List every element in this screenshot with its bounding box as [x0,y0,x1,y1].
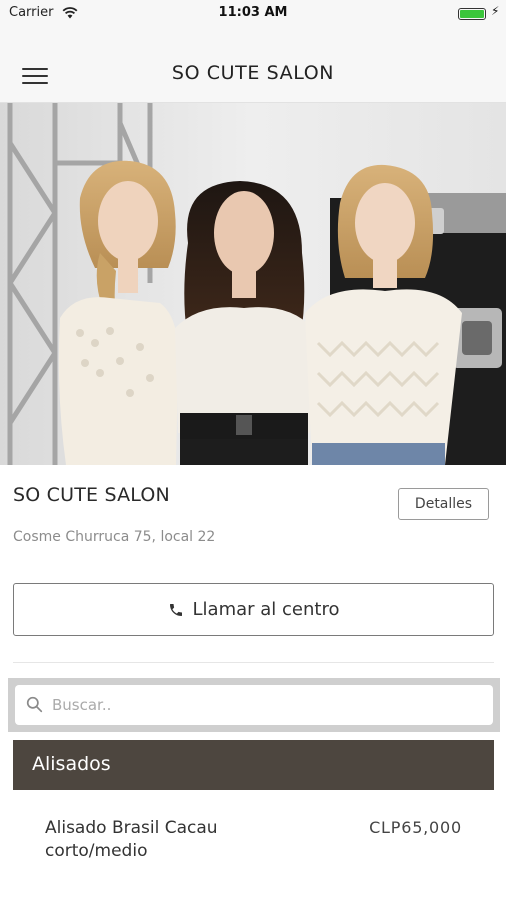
phone-icon [169,603,182,616]
charging-bolt-icon: ⚡ [491,4,500,18]
call-center-button[interactable]: Llamar al centro [13,583,494,636]
salon-name: SO CUTE SALON [13,484,170,506]
search-box[interactable] [15,685,493,725]
search-input[interactable] [52,685,482,725]
category-label: Alisados [32,753,111,775]
section-divider [13,662,494,663]
service-item[interactable]: Alisado Brasil Cacau corto/medio CLP65,0… [13,800,494,890]
salon-address: Cosme Churruca 75, local 22 [13,529,216,545]
search-bar [8,678,500,732]
app-header: SO CUTE SALON [0,26,506,103]
service-name: Alisado Brasil Cacau corto/medio [45,818,218,861]
category-header[interactable]: Alisados [13,740,494,790]
details-button[interactable]: Detalles [398,488,489,520]
status-time: 11:03 AM [218,5,288,20]
battery-icon [458,8,486,20]
status-bar: Carrier 11:03 AM ⚡ [0,0,506,26]
search-icon [26,696,43,713]
battery-level [460,10,484,18]
call-center-label: Llamar al centro [192,599,340,620]
service-price: CLP65,000 [369,818,462,837]
salon-hero-image [0,103,506,465]
page-title: SO CUTE SALON [171,62,335,84]
